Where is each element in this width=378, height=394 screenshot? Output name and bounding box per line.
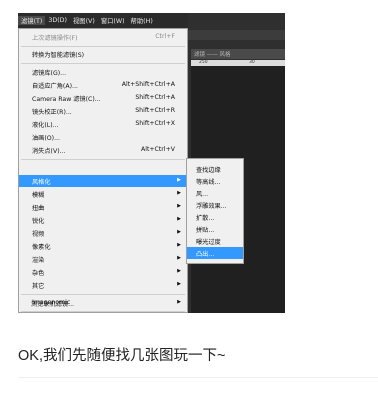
menu-separator bbox=[21, 63, 185, 64]
submenu-item-diffuse[interactable]: 扩散... bbox=[187, 211, 243, 223]
menu-item-liquify[interactable]: 液化(L)... Shift+Ctrl+X bbox=[19, 118, 187, 130]
submenu-item-tiles[interactable]: 拼贴... bbox=[187, 223, 243, 235]
ruler-mark: 250 bbox=[199, 60, 208, 65]
ruler-mark: 30 bbox=[249, 60, 255, 65]
document-tab[interactable]: 滤镜 —— 风格 bbox=[191, 49, 285, 59]
filter-menu: 上次滤镜操作(F) Ctrl+F 转换为智能滤镜(S) 滤镜库(G)... 自适… bbox=[18, 28, 188, 313]
submenu-item-extrude[interactable]: 凸出... bbox=[187, 247, 243, 259]
divider bbox=[18, 377, 378, 378]
submenu-arrow-icon: ▶ bbox=[177, 268, 181, 274]
menu-item-pixelate[interactable]: 像素化 ▶ bbox=[19, 240, 187, 252]
menu-filter[interactable]: 滤镜(T) bbox=[18, 16, 46, 25]
menu-item-stylize[interactable]: 风格化 ▶ bbox=[19, 175, 187, 187]
submenu-item-trace-contour[interactable]: 等高线... bbox=[187, 175, 243, 187]
menu-item-noise[interactable]: 杂色 ▶ bbox=[19, 266, 187, 278]
menu-help[interactable]: 帮助(H) bbox=[128, 16, 156, 25]
menu-item-sharpen[interactable]: 锐化 ▶ bbox=[19, 214, 187, 226]
menu-item-camera-raw[interactable]: Camera Raw 滤镜(C)... Shift+Ctrl+A bbox=[19, 92, 187, 104]
menu-item-browse-online[interactable]: 浏览联机滤镜... bbox=[18, 297, 188, 309]
submenu-arrow-icon: ▶ bbox=[177, 229, 181, 235]
document-tab-label: 滤镜 —— 风格 bbox=[194, 52, 231, 58]
submenu-item-wind[interactable]: 风... bbox=[187, 187, 243, 199]
submenu-arrow-icon: ▶ bbox=[177, 203, 181, 209]
submenu-arrow-icon: ▶ bbox=[177, 255, 181, 261]
menu-separator bbox=[21, 311, 185, 312]
submenu-arrow-icon: ▶ bbox=[177, 190, 181, 196]
article-paragraph: OK,我们先随便找几张图玩一下~ bbox=[18, 348, 226, 364]
menu-item-other[interactable]: 其它 ▶ bbox=[19, 279, 187, 291]
menu-item-blur[interactable]: 模糊 ▶ bbox=[19, 188, 187, 200]
menu-separator bbox=[21, 46, 185, 47]
submenu-item-solarize[interactable]: 曝光过度 bbox=[187, 235, 243, 247]
menu-item-render[interactable]: 渲染 ▶ bbox=[19, 253, 187, 265]
ps-options-bar bbox=[188, 30, 285, 40]
menu-separator bbox=[21, 294, 185, 295]
menu-item-filter-gallery[interactable]: 滤镜库(G)... bbox=[19, 66, 187, 78]
menu-window[interactable]: 窗口(W) bbox=[98, 16, 128, 25]
menu-item-video[interactable]: 视频 ▶ bbox=[19, 227, 187, 239]
menu-separator bbox=[21, 159, 185, 160]
submenu-arrow-icon: ▶ bbox=[177, 216, 181, 222]
submenu-arrow-icon: ▶ bbox=[177, 242, 181, 248]
ps-menubar: 滤镜(T) 3D(D) 视图(V) 窗口(W) 帮助(H) bbox=[18, 13, 188, 28]
menu-item-convert-smart-filter[interactable]: 转换为智能滤镜(S) bbox=[19, 48, 187, 60]
photoshop-screenshot: 滤镜(T) 3D(D) 视图(V) 窗口(W) 帮助(H) 滤镜 —— 风格 2… bbox=[18, 13, 285, 313]
submenu-item-find-edges[interactable]: 查找边缘 bbox=[187, 163, 243, 175]
menu-view[interactable]: 视图(V) bbox=[70, 16, 98, 25]
menu-3d[interactable]: 3D(D) bbox=[45, 17, 70, 24]
stylize-submenu: 查找边缘 等高线... 风... 浮雕效果... 扩散... 拼贴... 曝光过… bbox=[186, 158, 244, 264]
menu-item-distort[interactable]: 扭曲 ▶ bbox=[19, 201, 187, 213]
menu-item-last-filter[interactable]: 上次滤镜操作(F) Ctrl+F bbox=[19, 31, 187, 43]
submenu-item-emboss[interactable]: 浮雕效果... bbox=[187, 199, 243, 211]
submenu-arrow-icon: ▶ bbox=[177, 281, 181, 287]
submenu-arrow-icon: ▶ bbox=[177, 177, 181, 183]
menu-item-adaptive-wide-angle[interactable]: 自适应广角(A)... Alt+Shift+Ctrl+A bbox=[19, 79, 187, 91]
menu-item-oil-paint[interactable]: 油画(O)... bbox=[19, 131, 187, 143]
menu-item-lens-correction[interactable]: 镜头校正(R)... Shift+Ctrl+R bbox=[19, 105, 187, 117]
menu-item-vanishing-point[interactable]: 消失点(V)... Alt+Ctrl+V bbox=[19, 144, 187, 156]
